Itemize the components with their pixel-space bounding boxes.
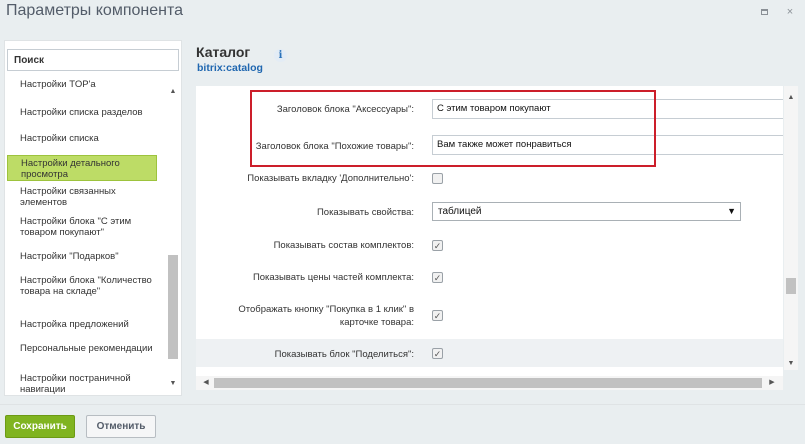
search-input[interactable] xyxy=(7,49,179,71)
sidebar-scrollbar[interactable]: ▲ ▼ xyxy=(167,81,179,391)
one-click-checkbox[interactable]: ✓ xyxy=(432,310,443,321)
component-title: Каталог xyxy=(196,44,251,60)
sidebar-scroll-thumb[interactable] xyxy=(168,255,178,359)
share-block-checkbox[interactable]: ✓ xyxy=(432,348,443,359)
info-icon[interactable]: i xyxy=(274,49,287,62)
close-icon[interactable]: × xyxy=(784,6,796,18)
sidebar-item-section-list[interactable]: Настройки списка разделов xyxy=(7,107,157,118)
settings-form: Заголовок блока "Аксессуары": С этим тов… xyxy=(196,86,783,376)
sidebar-item-detail-view[interactable]: Настройки детального просмотра xyxy=(7,155,157,181)
sidebar: Настройки TOP'а Настройки списка раздело… xyxy=(4,40,182,396)
dialog-footer: Сохранить Отменить xyxy=(0,404,805,444)
label-set-prices: Показывать цены частей комплекта: xyxy=(252,272,414,283)
sidebar-item-personal-recs[interactable]: Персональные рекомендации xyxy=(7,343,157,354)
sidebar-item-list-settings[interactable]: Настройки списка xyxy=(7,133,157,144)
show-properties-select[interactable]: таблицей ▼ xyxy=(432,202,741,221)
sidebar-item-pagination[interactable]: Настройки постраничной навигации xyxy=(7,373,157,395)
scroll-down-icon[interactable]: ▼ xyxy=(167,379,179,389)
label-set-contents: Показывать состав комплектов: xyxy=(273,240,414,251)
sidebar-nav-list: Настройки TOP'а Настройки списка раздело… xyxy=(5,73,165,395)
scroll-left-icon[interactable]: ◀ xyxy=(200,376,212,390)
label-one-click: Отображать кнопку "Покупка в 1 клик" в к… xyxy=(238,304,414,328)
label-show-properties: Показывать свойства: xyxy=(316,207,414,218)
chevron-down-icon: ▼ xyxy=(727,206,736,216)
search-box xyxy=(7,49,179,71)
sidebar-item-bought-together[interactable]: Настройки блока "С этим товаром покупают… xyxy=(7,216,157,238)
highlight-frame xyxy=(250,90,656,167)
component-params-dialog: Параметры компонента × Настройки TOP'а Н… xyxy=(0,0,805,444)
set-prices-checkbox[interactable]: ✓ xyxy=(432,272,443,283)
cancel-button[interactable]: Отменить xyxy=(86,415,156,438)
label-extra-tab: Показывать вкладку 'Дополнительно': xyxy=(247,173,414,184)
title-bar: Параметры компонента × xyxy=(0,0,805,26)
form-scroll-thumb[interactable] xyxy=(786,278,796,294)
sidebar-item-linked-elements[interactable]: Настройки связанных элементов xyxy=(7,186,157,208)
show-properties-value: таблицей xyxy=(438,206,482,217)
form-horizontal-scrollbar[interactable]: ◀ ▶ xyxy=(196,376,783,390)
component-code: bitrix:catalog xyxy=(197,62,263,74)
sidebar-item-offers[interactable]: Настройка предложений xyxy=(7,319,157,330)
scroll-down-icon[interactable]: ▼ xyxy=(784,358,798,370)
sidebar-item-gifts[interactable]: Настройки "Подарков" xyxy=(7,251,157,262)
scroll-up-icon[interactable]: ▲ xyxy=(784,92,798,104)
save-button[interactable]: Сохранить xyxy=(5,415,75,438)
sidebar-item-stock-quantity[interactable]: Настройки блока "Количество товара на ск… xyxy=(7,275,157,297)
scroll-right-icon[interactable]: ▶ xyxy=(766,376,778,390)
form-hscroll-thumb[interactable] xyxy=(214,378,762,388)
form-vertical-scrollbar[interactable]: ▲ ▼ xyxy=(784,86,798,370)
scroll-up-icon[interactable]: ▲ xyxy=(167,87,179,97)
content-panel: Каталог i bitrix:catalog Заголовок блока… xyxy=(196,40,804,396)
label-share-block: Показывать блок "Поделиться": xyxy=(274,349,414,360)
set-contents-checkbox[interactable]: ✓ xyxy=(432,240,443,251)
extra-tab-checkbox[interactable] xyxy=(432,173,443,184)
maximize-icon[interactable] xyxy=(758,6,770,18)
dialog-title: Параметры компонента xyxy=(6,2,183,19)
sidebar-item-top-settings[interactable]: Настройки TOP'а xyxy=(7,79,157,90)
